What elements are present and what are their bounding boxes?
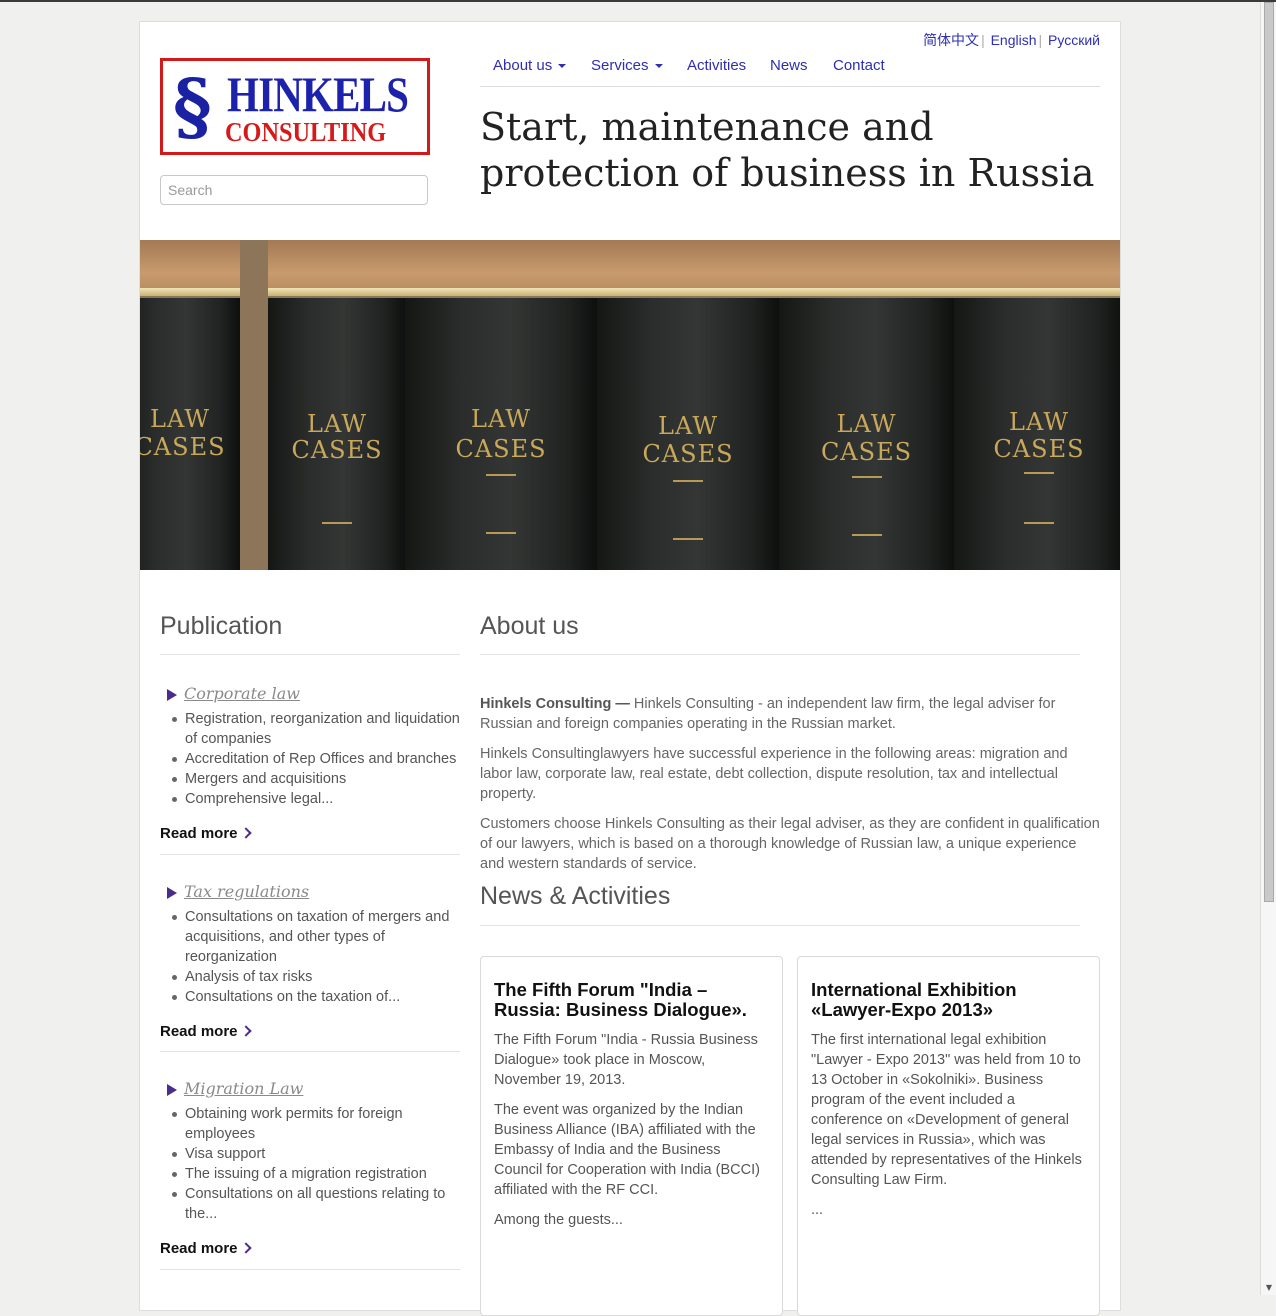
nav-news[interactable]: News xyxy=(770,57,808,74)
list-item: Consultations on taxation of mergers and… xyxy=(172,907,460,967)
about-paragraph: Hinkels Consulting — Hinkels Consulting … xyxy=(480,694,1100,734)
read-more-link[interactable]: Read more xyxy=(160,1240,252,1257)
hero-book: LAW CASES xyxy=(954,240,1120,570)
list-item: Consultations on all questions relating … xyxy=(172,1184,460,1224)
main-nav: About us Services Activities News Contac… xyxy=(480,57,1100,87)
news-card-body: The first international legal exhibition… xyxy=(811,1030,1089,1230)
nav-services-label: Services xyxy=(591,57,649,74)
window-top-border xyxy=(0,0,1276,2)
triangle-bullet-icon xyxy=(167,1083,177,1096)
hero-book: LAW CASES xyxy=(597,240,779,570)
about-us-heading: About us xyxy=(480,612,579,640)
chevron-right-icon xyxy=(239,1025,252,1037)
list-item: Registration, reorganization and liquida… xyxy=(172,711,460,747)
logo-name: HINKELS xyxy=(227,66,409,122)
publication-topics: Registration, reorganization and liquida… xyxy=(165,709,460,809)
news-card-title[interactable]: The Fifth Forum "India – Russia: Busines… xyxy=(494,980,774,1020)
publication-title: Corporate law xyxy=(167,684,300,704)
hero-book: LAW CASES xyxy=(140,240,240,570)
news-card[interactable]: International Exhibition «Lawyer-Expo 20… xyxy=(797,956,1100,1316)
nav-services[interactable]: Services xyxy=(591,57,663,74)
tax-regulations-link[interactable]: Tax regulations xyxy=(184,882,309,901)
nav-contact[interactable]: Contact xyxy=(833,57,885,74)
news-card-title[interactable]: International Exhibition «Lawyer-Expo 20… xyxy=(811,980,1091,1020)
nav-activities[interactable]: Activities xyxy=(687,57,746,74)
divider xyxy=(160,1269,460,1270)
about-lead: Hinkels Consulting — xyxy=(480,696,630,712)
list-item: Consultations on the taxation of... xyxy=(172,987,460,1007)
news-card-paragraph: The first international legal exhibition… xyxy=(811,1032,1082,1188)
search-input[interactable] xyxy=(160,175,428,205)
news-activities-heading: News & Activities xyxy=(480,882,671,910)
list-item: Mergers and acquisitions xyxy=(172,769,460,789)
section-sign-icon: § xyxy=(173,64,212,150)
migration-law-link[interactable]: Migration Law xyxy=(184,1079,303,1098)
news-card-paragraph: The Fifth Forum "India - Russia Business… xyxy=(494,1032,758,1088)
dropdown-caret-icon xyxy=(654,64,663,69)
publication-heading: Publication xyxy=(160,612,283,640)
list-item: Analysis of tax risks xyxy=(172,967,460,987)
lang-chinese-link[interactable]: 简体中文 xyxy=(923,32,979,48)
read-more-link[interactable]: Read more xyxy=(160,1023,252,1040)
main-content: About us Hinkels Consulting — Hinkels Co… xyxy=(480,612,1100,1316)
news-card-paragraph: ... xyxy=(811,1202,824,1218)
publication-title: Tax regulations xyxy=(167,882,309,902)
publication-topics: Consultations on taxation of mergers and… xyxy=(165,907,460,1007)
page-container: 简体中文 | English | Русский § HINKELS CONSULT… xyxy=(139,21,1121,1316)
news-card-paragraph: Among the guests... xyxy=(494,1212,623,1228)
lang-separator: | xyxy=(1038,32,1043,48)
divider xyxy=(160,654,460,655)
list-item: Comprehensive legal... xyxy=(172,789,460,809)
scrollbar-thumb[interactable] xyxy=(1264,2,1274,902)
about-paragraph: Hinkels Consultinglawyers have successfu… xyxy=(480,746,1068,802)
divider xyxy=(160,854,460,855)
publication-topics: Obtaining work permits for foreign emplo… xyxy=(165,1104,460,1224)
dropdown-caret-icon xyxy=(558,64,567,69)
nav-about-us[interactable]: About us xyxy=(493,57,567,74)
hero-banner-image: LAW CASES LAW CASES LAW CASES LAW CASES LAW C… xyxy=(140,240,1120,570)
publication-sidebar: Publication Corporate law Registration, … xyxy=(160,612,460,1270)
divider xyxy=(480,654,1080,655)
news-card[interactable]: The Fifth Forum "India – Russia: Busines… xyxy=(480,956,783,1316)
scroll-down-arrow-icon[interactable]: ▼ xyxy=(1264,1283,1274,1293)
hero-book: LAW CASES xyxy=(405,240,597,570)
news-card-paragraph: The event was organized by the Indian Bu… xyxy=(494,1102,760,1198)
chevron-right-icon xyxy=(239,1242,252,1254)
news-card-body: The Fifth Forum "India - Russia Business… xyxy=(494,1030,772,1240)
site-logo[interactable]: § HINKELS CONSULTING xyxy=(160,58,430,155)
hero-book: LAW CASES xyxy=(268,240,406,570)
vertical-scrollbar[interactable]: ▼ xyxy=(1260,2,1276,1295)
about-us-text: Hinkels Consulting — Hinkels Consulting … xyxy=(480,694,1100,884)
list-item: Obtaining work permits for foreign emplo… xyxy=(172,1104,460,1144)
read-more-label: Read more xyxy=(160,825,238,842)
corporate-law-link[interactable]: Corporate law xyxy=(184,684,300,703)
read-more-link[interactable]: Read more xyxy=(160,825,252,842)
chevron-right-icon xyxy=(239,827,252,839)
hero-book: LAW CASES xyxy=(779,240,954,570)
lang-english-link[interactable]: English xyxy=(991,32,1037,48)
list-item: The issuing of a migration registration xyxy=(172,1164,460,1184)
list-item: Accreditation of Rep Offices and branche… xyxy=(172,749,460,769)
publication-title: Migration Law xyxy=(167,1079,303,1099)
triangle-bullet-icon xyxy=(167,688,177,701)
lang-separator: | xyxy=(981,32,985,48)
divider xyxy=(480,925,1080,926)
read-more-label: Read more xyxy=(160,1023,238,1040)
list-item: Visa support xyxy=(172,1144,460,1164)
language-switcher: 简体中文 | English | Русский xyxy=(923,30,1100,50)
logo-subtitle: CONSULTING xyxy=(225,117,387,147)
read-more-label: Read more xyxy=(160,1240,238,1257)
page-headline: Start, maintenance and protection of bus… xyxy=(480,105,1095,195)
about-paragraph: Customers choose Hinkels Consulting as t… xyxy=(480,816,1100,872)
divider xyxy=(160,1051,460,1052)
triangle-bullet-icon xyxy=(167,886,177,899)
nav-about-us-label: About us xyxy=(493,57,553,74)
lang-russian-link[interactable]: Русский xyxy=(1048,32,1100,48)
